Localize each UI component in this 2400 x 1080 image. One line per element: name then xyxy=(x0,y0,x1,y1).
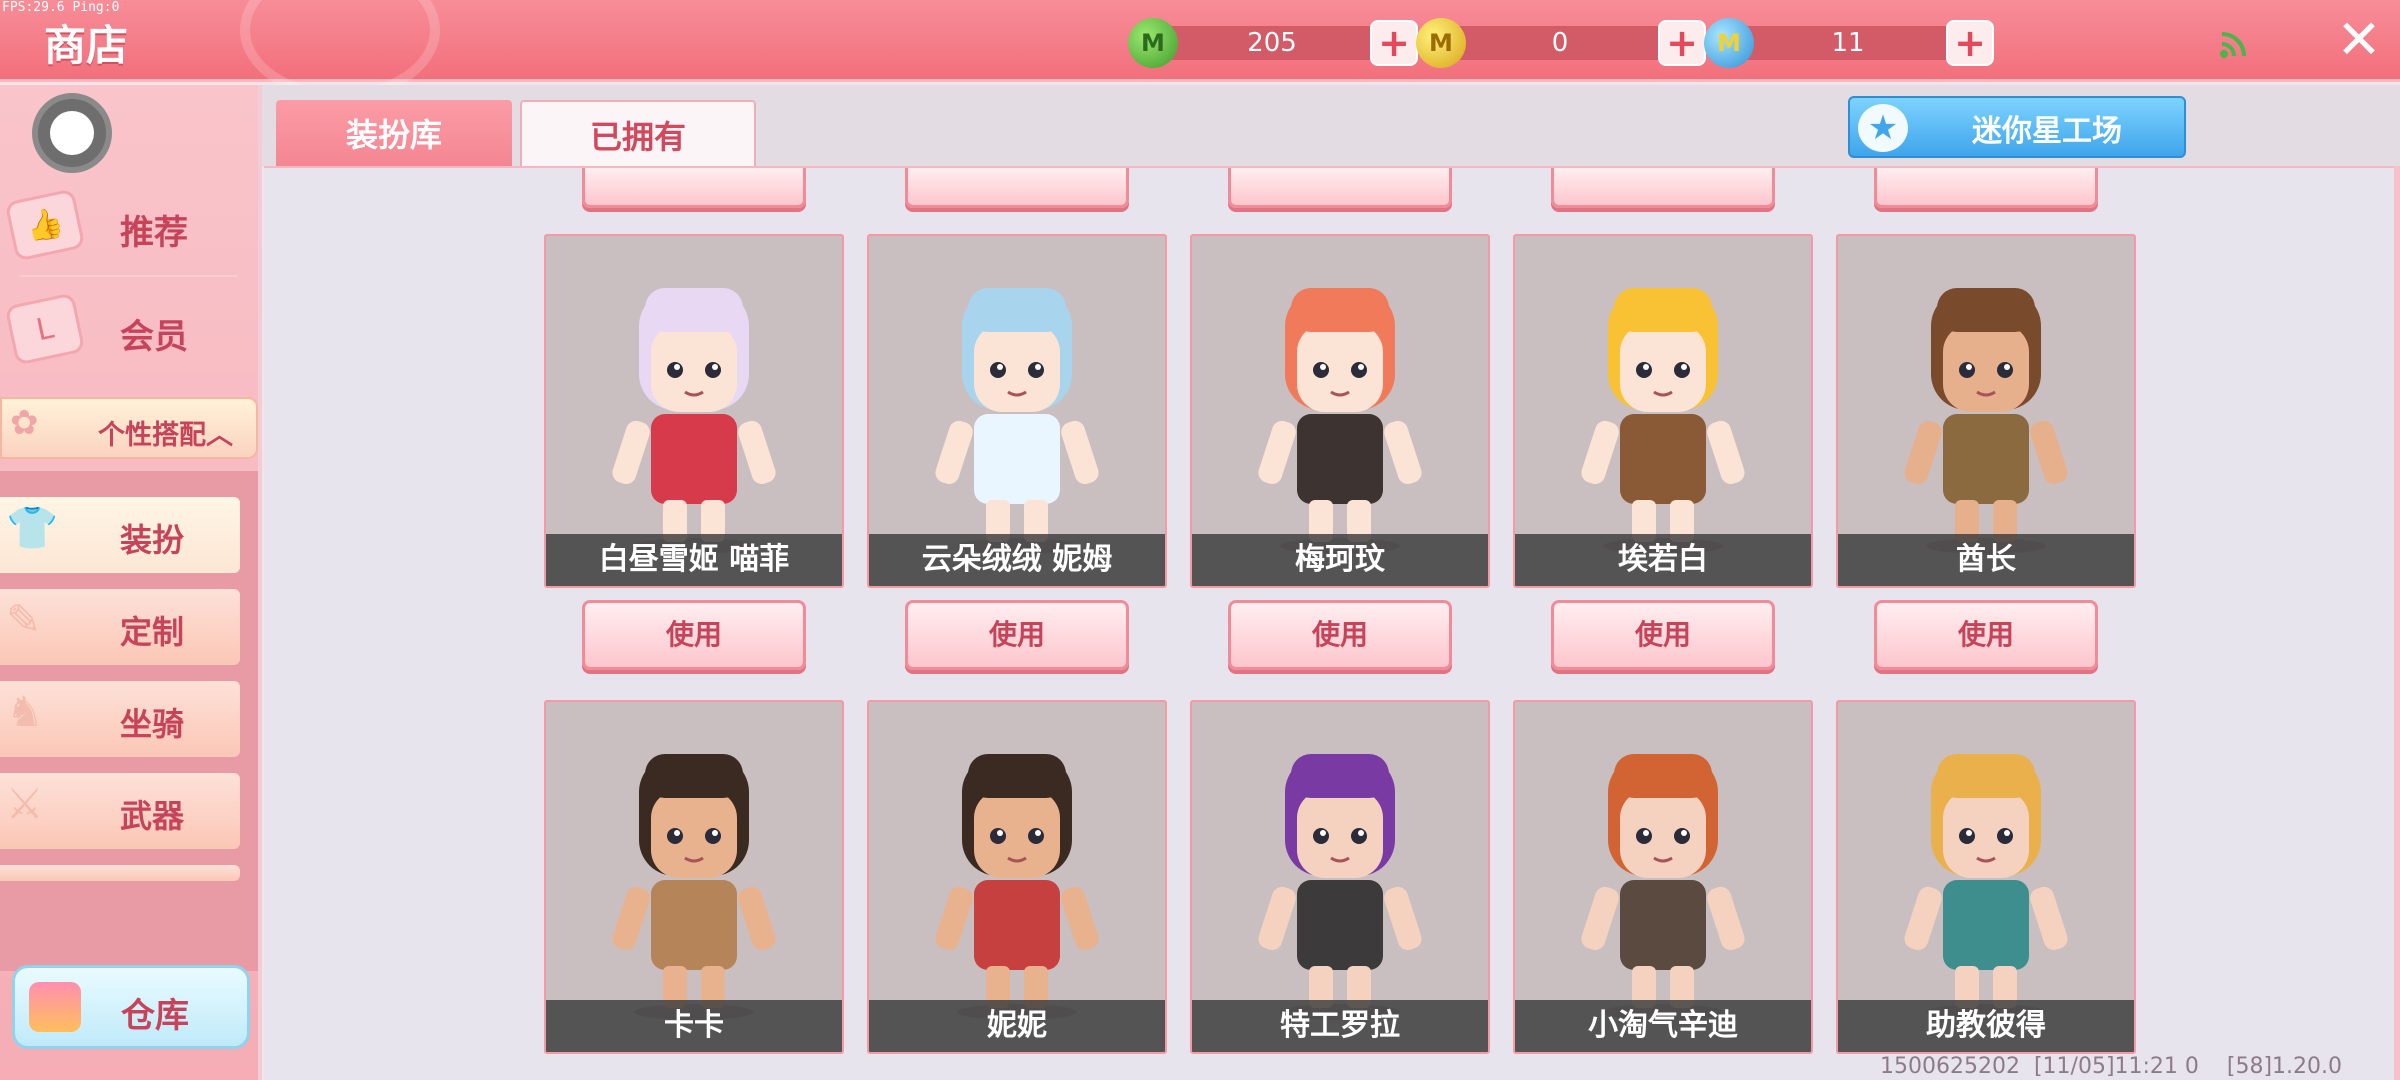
outfit-name: 梅珂玟 xyxy=(1192,534,1488,586)
sidebar-item-weapon[interactable]: ⚔ 武器 xyxy=(0,773,240,849)
sidebar-item-label: 推荐 xyxy=(120,213,188,253)
add-gold-coin-button[interactable]: + xyxy=(1658,20,1706,66)
character-figure xyxy=(1245,254,1435,554)
use-button-partial[interactable] xyxy=(905,168,1129,208)
sidebar-item-label: 坐骑 xyxy=(120,705,185,743)
top-bar: FPS:29.6 Ping:0 商店 205 M + 0 M + 11 M + … xyxy=(0,0,2400,100)
gun-icon: ⚔ xyxy=(6,779,44,828)
outfit-card[interactable]: 助教彼得 xyxy=(1836,700,2136,1054)
warehouse-button[interactable]: 仓库 xyxy=(12,965,250,1049)
vip-card-icon: L xyxy=(4,292,86,366)
use-button[interactable]: 使用 xyxy=(582,600,806,670)
outfit-card[interactable]: 卡卡 xyxy=(544,700,844,1054)
page-title: 商店 xyxy=(44,21,129,70)
character-figure xyxy=(922,254,1112,554)
character-figure xyxy=(599,720,789,1020)
outfit-name: 妮妮 xyxy=(869,1000,1165,1052)
outfit-name: 特工罗拉 xyxy=(1192,1000,1488,1052)
sidebar-item-vip[interactable]: L 会员 xyxy=(0,281,258,381)
thumbs-up-icon: 👍 xyxy=(4,188,86,262)
sidebar-item-partial[interactable] xyxy=(0,865,240,881)
outfit-name: 小淘气辛迪 xyxy=(1515,1000,1811,1052)
currency-value: 11 xyxy=(1831,28,1865,58)
outfit-card[interactable]: 梅珂玟 xyxy=(1190,234,1490,588)
character-figure xyxy=(1891,720,2081,1020)
mount-icon: ♞ xyxy=(6,687,44,736)
shirt-icon: 👕 xyxy=(6,503,59,552)
outfit-name: 埃若白 xyxy=(1515,534,1811,586)
sidebar-item-custom[interactable]: ✎ 定制 xyxy=(0,589,240,665)
sidebar-item-label: 武器 xyxy=(120,797,185,835)
wifi-signal-icon xyxy=(2218,28,2250,68)
use-button-partial[interactable] xyxy=(1551,168,1775,208)
outfit-name: 卡卡 xyxy=(546,1000,842,1052)
character-figure xyxy=(1245,720,1435,1020)
add-blue-coin-button[interactable]: + xyxy=(1946,20,1994,66)
use-button[interactable]: 使用 xyxy=(1228,600,1452,670)
floating-menu-button[interactable] xyxy=(32,93,112,173)
tab-owned[interactable]: 已拥有 xyxy=(520,100,756,168)
outfit-card[interactable]: 酋长 xyxy=(1836,234,2136,588)
add-green-gem-button[interactable]: + xyxy=(1370,20,1418,66)
use-button-partial[interactable] xyxy=(1228,168,1452,208)
tab-outfit-library[interactable]: 装扮库 xyxy=(276,100,512,166)
flower-icon: ✿ xyxy=(10,403,39,443)
character-figure xyxy=(1568,720,1758,1020)
currency-value: 205 xyxy=(1247,28,1297,58)
use-button[interactable]: 使用 xyxy=(1874,600,2098,670)
sidebar-item-label: 会员 xyxy=(120,317,188,357)
character-figure xyxy=(599,254,789,554)
outfit-card[interactable]: 埃若白 xyxy=(1513,234,1813,588)
sidebar-group-style[interactable]: ✿ 个性搭配︿ xyxy=(0,397,258,459)
character-figure xyxy=(1568,254,1758,554)
pencil-icon: ✎ xyxy=(6,595,42,644)
sidebar: 👍 推荐 L 会员 ✿ 个性搭配︿ 👕 装扮 ✎ 定制 ♞ 坐骑 ⚔ 武器 仓库 xyxy=(0,85,262,1080)
use-button[interactable]: 使用 xyxy=(905,600,1129,670)
character-figure xyxy=(922,720,1112,1020)
outfit-card[interactable]: 小淘气辛迪 xyxy=(1513,700,1813,1054)
gold-coin-icon: M xyxy=(1416,18,1466,68)
sidebar-item-label: 定制 xyxy=(120,613,185,651)
character-figure xyxy=(1891,254,2081,554)
sidebar-group-label: 个性搭配︿ xyxy=(98,420,233,451)
sidebar-item-outfit[interactable]: 👕 装扮 xyxy=(0,497,240,573)
outfit-card[interactable]: 白昼雪姬 喵菲 xyxy=(544,234,844,588)
outfit-name: 酋长 xyxy=(1838,534,2134,586)
outfit-card[interactable]: 特工罗拉 xyxy=(1190,700,1490,1054)
outfit-name: 助教彼得 xyxy=(1838,1000,2134,1052)
outfit-card[interactable]: 云朵绒绒 妮姆 xyxy=(867,234,1167,588)
use-button-partial[interactable] xyxy=(1874,168,2098,208)
green-gem-icon: M xyxy=(1128,18,1178,68)
use-button-partial[interactable] xyxy=(582,168,806,208)
workshop-label: 迷你星工场 xyxy=(1972,114,2122,149)
close-icon[interactable]: ✕ xyxy=(2334,10,2384,70)
warehouse-label: 仓库 xyxy=(121,996,189,1036)
currency-value: 0 xyxy=(1551,28,1569,58)
blue-star-coin-icon: M xyxy=(1704,18,1754,68)
mini-workshop-button[interactable]: ★ 迷你星工场 xyxy=(1848,96,2186,158)
sidebar-item-mount[interactable]: ♞ 坐骑 xyxy=(0,681,240,757)
outfit-card[interactable]: 妮妮 xyxy=(867,700,1167,1054)
outfit-name: 云朵绒绒 妮姆 xyxy=(869,534,1165,586)
build-info: 1500625202 [11/05]11:21 0 [58]1.20.0 xyxy=(1880,1054,2343,1079)
use-button[interactable]: 使用 xyxy=(1551,600,1775,670)
scrollbar[interactable] xyxy=(2394,166,2400,1080)
sidebar-item-recommend[interactable]: 👍 推荐 xyxy=(0,177,258,277)
outfit-name: 白昼雪姬 喵菲 xyxy=(546,534,842,586)
box-icon xyxy=(29,982,81,1032)
star-icon: ★ xyxy=(1858,104,1908,152)
sidebar-item-label: 装扮 xyxy=(120,521,185,559)
